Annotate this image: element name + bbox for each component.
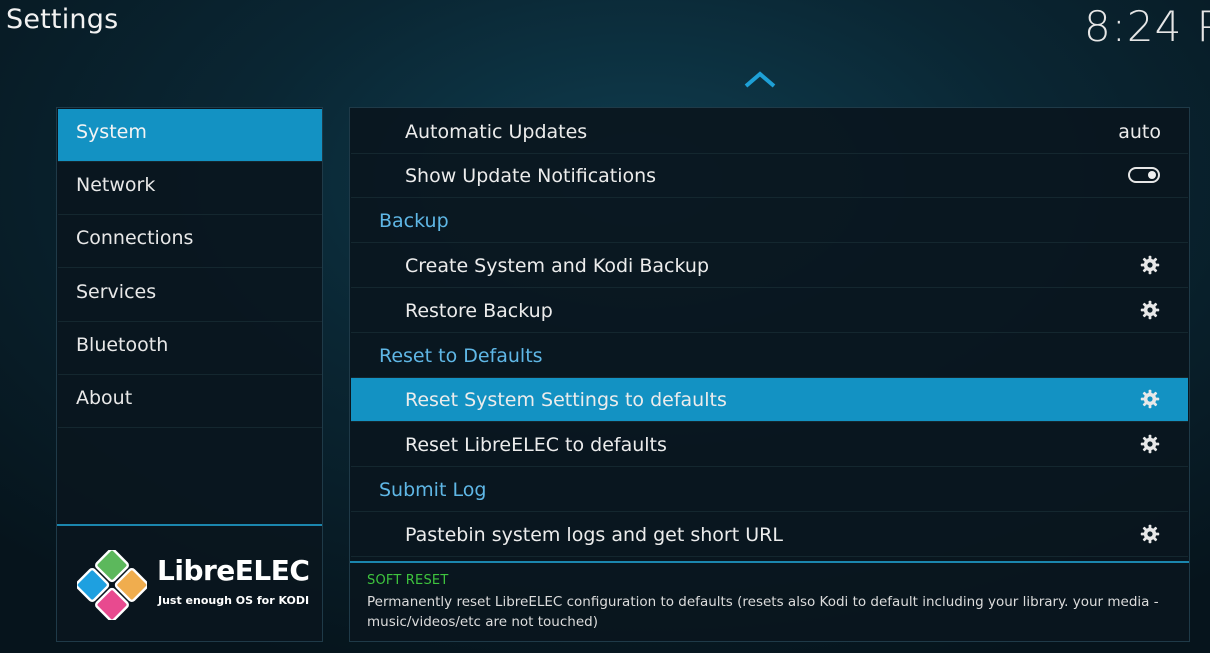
setting-create-backup[interactable]: Create System and Kodi Backup [351,244,1188,288]
page-title: Settings [6,4,119,35]
sidebar-item-bluetooth[interactable]: Bluetooth [58,322,322,375]
toggle-knob [1148,171,1156,179]
setting-label: Reset System Settings to defaults [405,389,727,411]
setting-label: Automatic Updates [405,121,588,143]
section-header-submit-log: Submit Log [351,468,1188,512]
section-label: Submit Log [379,479,487,501]
section-header-reset: Reset to Defaults [351,334,1188,378]
section-label: Reset to Defaults [379,345,543,367]
setting-value: auto [1118,121,1161,143]
libreelec-logo-icon [77,550,147,620]
setting-label: Reset LibreELEC to defaults [405,434,667,456]
setting-restore-backup[interactable]: Restore Backup [351,289,1188,333]
section-header-backup: Backup [351,199,1188,243]
setting-label: Create System and Kodi Backup [405,255,710,277]
section-label: Backup [379,210,449,232]
gear-icon [1140,300,1160,320]
scroll-up-chevron-icon[interactable] [743,70,777,90]
sidebar-item-label: System [76,121,147,143]
sidebar-item-label: Connections [76,227,194,249]
gear-icon [1140,434,1160,454]
setting-label: Restore Backup [405,300,553,322]
setting-automatic-updates[interactable]: Automatic Updates auto [351,110,1188,154]
description-divider [350,561,1189,563]
setting-pastebin-logs[interactable]: Pastebin system logs and get short URL [351,513,1188,557]
sidebar-item-system[interactable]: System [58,109,322,162]
setting-show-update-notifications[interactable]: Show Update Notifications [351,154,1188,198]
settings-panel: Automatic Updates auto Show Update Notif… [349,107,1190,642]
sidebar-item-label: Network [76,174,156,196]
setting-reset-libreelec[interactable]: Reset LibreELEC to defaults [351,423,1188,467]
gear-icon [1140,255,1160,275]
sidebar-item-about[interactable]: About [58,375,322,428]
description-title: SOFT RESET [367,573,449,588]
logo-name: LibreELEC [157,554,310,587]
sidebar-item-connections[interactable]: Connections [58,215,322,268]
libreelec-logo: LibreELEC Just enough OS for KODI [77,550,317,620]
setting-reset-system-settings[interactable]: Reset System Settings to defaults [351,378,1188,422]
description-body: Permanently reset LibreELEC configuratio… [367,594,1159,630]
sidebar-item-network[interactable]: Network [58,162,322,215]
gear-icon [1140,524,1160,544]
sidebar-item-label: About [76,387,133,409]
sidebar: System Network Connections Services Blue… [56,107,323,642]
sidebar-item-label: Services [76,281,157,303]
sidebar-item-label: Bluetooth [76,334,169,356]
logo-tagline: Just enough OS for KODI [158,594,310,607]
clock: 8:24 P [1084,2,1210,51]
gear-icon [1140,389,1160,409]
sidebar-item-services[interactable]: Services [58,269,322,322]
setting-label: Show Update Notifications [405,165,657,187]
setting-label: Pastebin system logs and get short URL [405,524,783,546]
toggle-switch[interactable] [1128,167,1160,183]
sidebar-divider [57,524,322,526]
